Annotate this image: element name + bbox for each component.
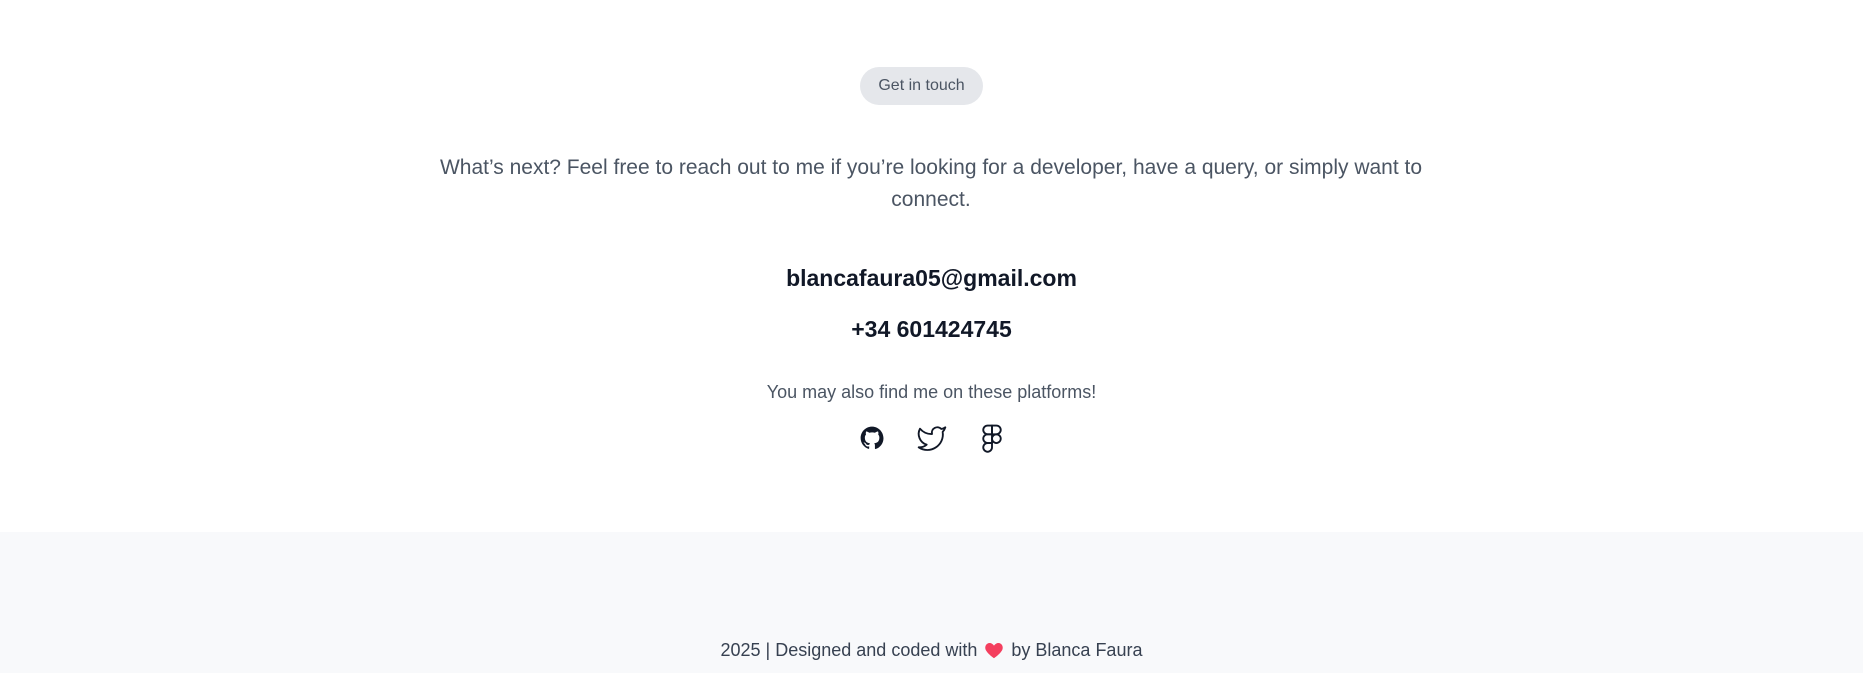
footer-credits: 2025 | Designed and coded with by Blanca… xyxy=(0,638,1863,662)
platforms-text: You may also find me on these platforms! xyxy=(766,382,1097,402)
github-icon xyxy=(860,426,883,450)
get-in-touch-badge: Get in touch xyxy=(860,67,983,105)
twitter-link[interactable] xyxy=(914,420,950,456)
email-address[interactable]: blancafaura05@gmail.com xyxy=(0,263,1863,293)
figma-link[interactable] xyxy=(974,420,1010,456)
twitter-icon xyxy=(917,426,946,451)
contact-section: Get in touch What’s next? Feel free to r… xyxy=(0,0,1863,532)
footer-text-before: 2025 | Designed and coded with xyxy=(720,640,978,660)
github-link[interactable] xyxy=(854,420,890,456)
social-links xyxy=(0,420,1863,456)
figma-icon xyxy=(981,424,1002,453)
footer-text-after: by Blanca Faura xyxy=(1011,640,1143,660)
phone-number[interactable]: +34 601424745 xyxy=(0,314,1863,344)
contact-intro: What’s next? Feel free to reach out to m… xyxy=(439,156,1423,211)
heart-icon xyxy=(984,641,1004,659)
